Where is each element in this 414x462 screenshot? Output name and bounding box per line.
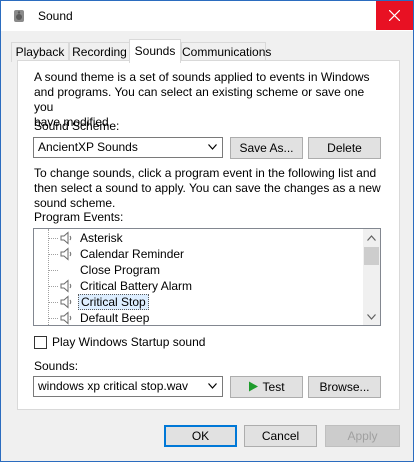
- tree-connector: [48, 318, 58, 319]
- tree-connector: [48, 238, 58, 239]
- event-label: Asterisk: [80, 231, 123, 245]
- tree-connector: [48, 302, 58, 303]
- scheme-select[interactable]: AncientXP Sounds: [33, 137, 223, 158]
- scroll-thumb[interactable]: [364, 247, 379, 265]
- program-events-list[interactable]: Asterisk Calendar Reminder Close Program…: [33, 228, 381, 326]
- program-events-label: Program Events:: [34, 210, 124, 224]
- speaker-app-icon: [14, 10, 24, 22]
- speaker-icon: [60, 247, 72, 261]
- play-icon: [249, 381, 259, 392]
- event-label: Close Program: [80, 263, 161, 277]
- event-item-default-beep[interactable]: Default Beep: [34, 310, 364, 325]
- sound-file-value: windows xp critical stop.wav: [38, 379, 189, 393]
- cancel-button[interactable]: Cancel: [244, 425, 317, 447]
- window-title: Sound: [38, 9, 73, 23]
- event-label: Default Beep: [80, 311, 150, 325]
- chevron-up-icon: [367, 234, 376, 241]
- event-item-asterisk[interactable]: Asterisk: [34, 230, 364, 246]
- event-label: Critical Stop: [78, 294, 149, 310]
- sounds-label: Sounds:: [34, 359, 79, 373]
- scheme-label: Sound Scheme:: [34, 119, 120, 133]
- event-item-close-program[interactable]: Close Program: [34, 262, 364, 278]
- tab-sounds[interactable]: Sounds: [129, 39, 181, 63]
- sound-file-select[interactable]: windows xp critical stop.wav: [33, 376, 223, 397]
- speaker-icon: [60, 311, 72, 325]
- events-scrollbar[interactable]: [363, 229, 380, 325]
- scroll-up-button[interactable]: [363, 229, 380, 246]
- event-item-critical-stop[interactable]: Critical Stop: [34, 294, 364, 310]
- speaker-icon: [60, 231, 72, 245]
- chevron-down-icon: [208, 383, 217, 389]
- test-button[interactable]: Test: [230, 376, 303, 398]
- tree-connector: [48, 270, 58, 271]
- event-label: Critical Battery Alarm: [80, 279, 193, 293]
- close-icon: [389, 10, 400, 21]
- scheme-value: AncientXP Sounds: [38, 140, 138, 154]
- change-line: sound scheme.: [34, 196, 116, 210]
- tree-connector: [48, 286, 58, 287]
- event-item-critical-battery-alarm[interactable]: Critical Battery Alarm: [34, 278, 364, 294]
- scroll-down-button[interactable]: [363, 308, 380, 325]
- event-label: Calendar Reminder: [80, 247, 185, 261]
- speaker-icon: [60, 295, 72, 309]
- change-line: then select a sound to apply. You can sa…: [34, 181, 381, 195]
- close-button[interactable]: [376, 1, 413, 30]
- change-line: To change sounds, click a program event …: [34, 166, 377, 180]
- apply-button[interactable]: Apply: [325, 425, 400, 447]
- tab-recording[interactable]: Recording: [69, 42, 130, 62]
- chevron-down-icon: [367, 313, 376, 320]
- ok-button[interactable]: OK: [164, 425, 237, 447]
- tree-connector: [48, 254, 58, 255]
- chevron-down-icon: [208, 144, 217, 150]
- event-item-calendar-reminder[interactable]: Calendar Reminder: [34, 246, 364, 262]
- tab-communications[interactable]: Communications: [181, 42, 271, 62]
- intro-line: A sound theme is a set of sounds applied…: [34, 70, 370, 84]
- delete-button[interactable]: Delete: [308, 137, 381, 159]
- sound-dialog: Sound Playback Recording Sounds Communic…: [0, 0, 414, 462]
- startup-sound-label[interactable]: Play Windows Startup sound: [52, 335, 402, 350]
- tab-playback[interactable]: Playback: [11, 42, 69, 62]
- intro-line: and programs. You can select an existing…: [34, 85, 365, 114]
- title-bar: Sound: [1, 1, 413, 31]
- browse-button[interactable]: Browse...: [308, 376, 381, 398]
- speaker-icon: [60, 279, 72, 293]
- test-label: Test: [262, 380, 285, 394]
- save-as-button[interactable]: Save As...: [230, 137, 303, 159]
- change-text: To change sounds, click a program event …: [34, 166, 384, 211]
- startup-sound-checkbox[interactable]: [34, 336, 47, 349]
